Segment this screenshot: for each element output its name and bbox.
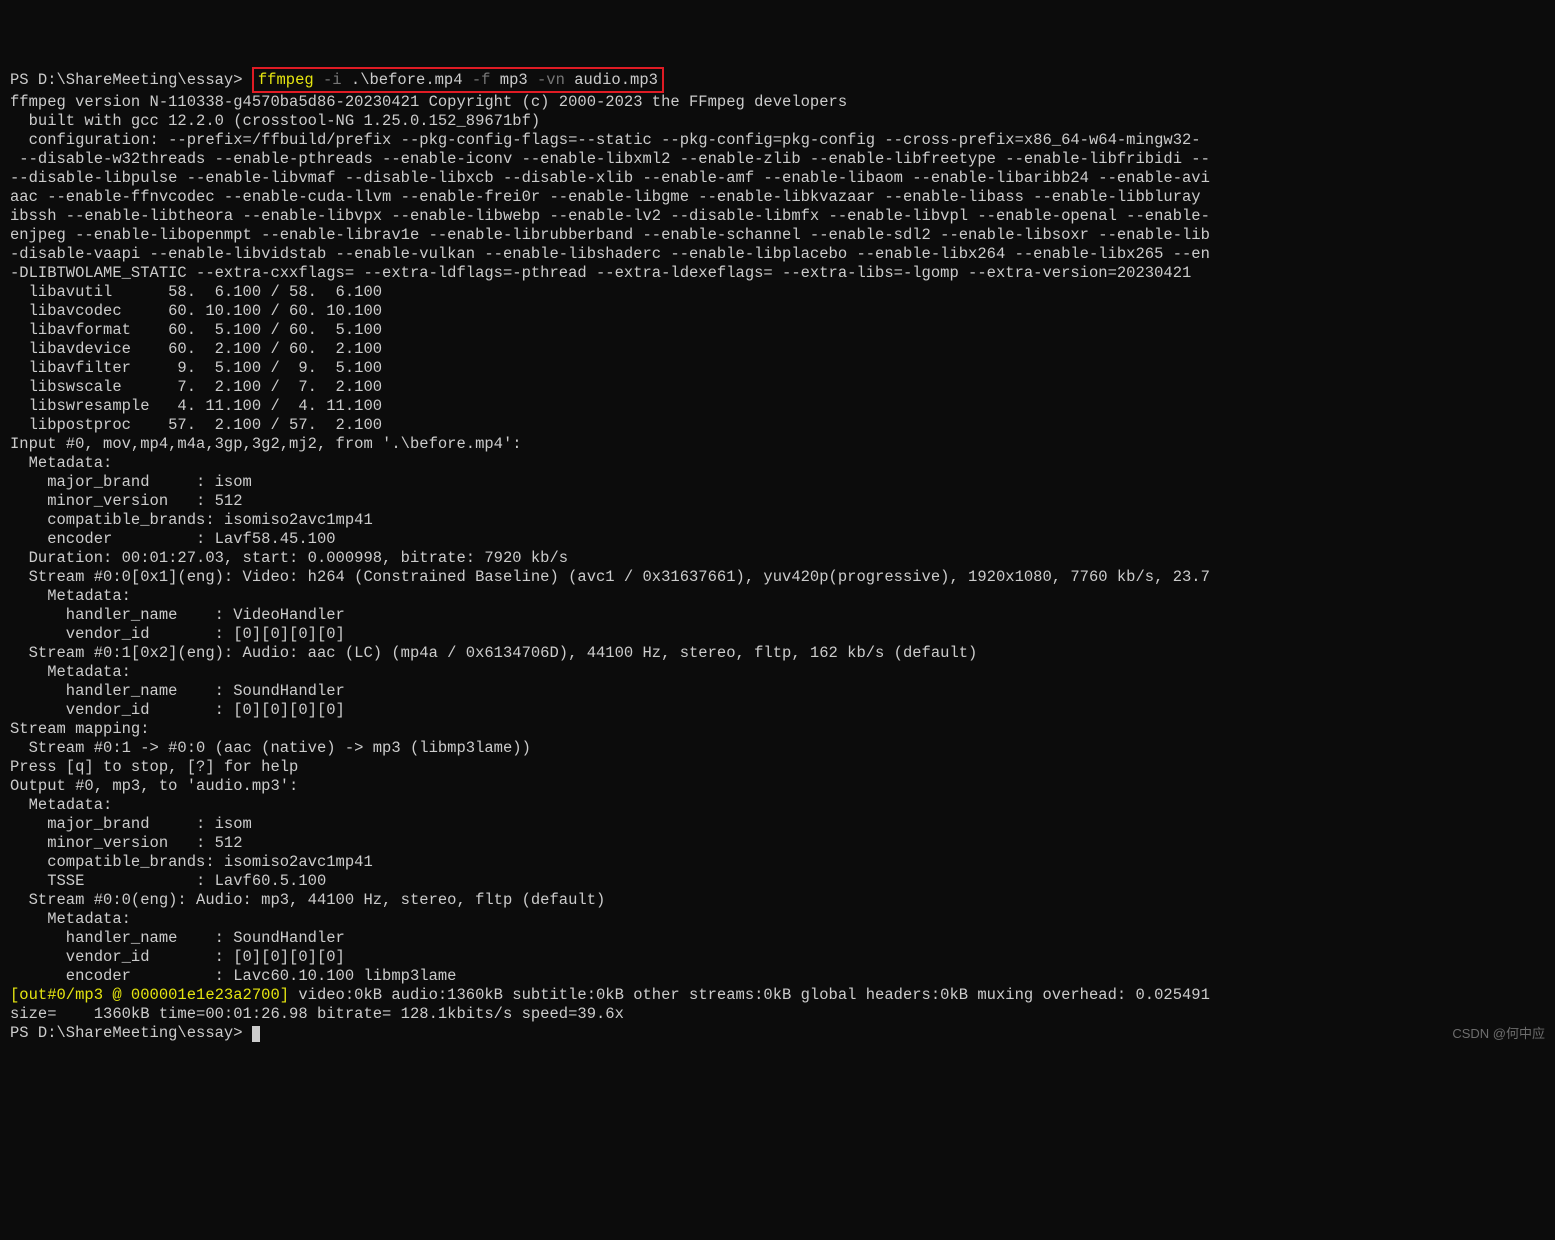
line: vendor_id : [0][0][0][0] xyxy=(10,701,345,719)
line: libswscale 7. 2.100 / 7. 2.100 xyxy=(10,378,382,396)
watermark: CSDN @何中应 xyxy=(1452,1024,1545,1043)
line: Stream #0:1 -> #0:0 (aac (native) -> mp3… xyxy=(10,739,531,757)
line: enjpeg --enable-libopenmpt --enable-libr… xyxy=(10,226,1210,244)
line: libavdevice 60. 2.100 / 60. 2.100 xyxy=(10,340,382,358)
line: Press [q] to stop, [?] for help xyxy=(10,758,298,776)
line: Metadata: xyxy=(10,796,112,814)
cmd-flag-i: -i xyxy=(323,71,342,89)
line: encoder : Lavc60.10.100 libmp3lame xyxy=(10,967,456,985)
line: minor_version : 512 xyxy=(10,834,243,852)
cmd-flag-vn: -vn xyxy=(537,71,565,89)
line: libavutil 58. 6.100 / 58. 6.100 xyxy=(10,283,382,301)
out-tag: [out#0/mp3 @ 000001e1e23a2700] xyxy=(10,986,289,1004)
line: libswresample 4. 11.100 / 4. 11.100 xyxy=(10,397,382,415)
line: Stream mapping: xyxy=(10,720,150,738)
line: -disable-vaapi --enable-libvidstab --ena… xyxy=(10,245,1210,263)
line: aac --enable-ffnvcodec --enable-cuda-llv… xyxy=(10,188,1201,206)
cmd-ffmpeg: ffmpeg xyxy=(258,71,314,89)
line: Stream #0:0(eng): Audio: mp3, 44100 Hz, … xyxy=(10,891,605,909)
line: libpostproc 57. 2.100 / 57. 2.100 xyxy=(10,416,382,434)
line: video:0kB audio:1360kB subtitle:0kB othe… xyxy=(289,986,1210,1004)
line: encoder : Lavf58.45.100 xyxy=(10,530,336,548)
terminal-output[interactable]: PS D:\ShareMeeting\essay> ffmpeg -i .\be… xyxy=(10,67,1545,1043)
line: built with gcc 12.2.0 (crosstool-NG 1.25… xyxy=(10,112,540,130)
line: handler_name : VideoHandler xyxy=(10,606,345,624)
line: Metadata: xyxy=(10,454,112,472)
line: size= 1360kB time=00:01:26.98 bitrate= 1… xyxy=(10,1005,624,1023)
line: ibssh --enable-libtheora --enable-libvpx… xyxy=(10,207,1210,225)
line: Metadata: xyxy=(10,663,131,681)
line: major_brand : isom xyxy=(10,815,252,833)
line: Metadata: xyxy=(10,910,131,928)
line: major_brand : isom xyxy=(10,473,252,491)
line: libavcodec 60. 10.100 / 60. 10.100 xyxy=(10,302,382,320)
cursor-icon[interactable] xyxy=(252,1026,260,1042)
line: libavfilter 9. 5.100 / 9. 5.100 xyxy=(10,359,382,377)
ps-prompt: PS D:\ShareMeeting\essay> xyxy=(10,71,243,89)
line: Input #0, mov,mp4,m4a,3gp,3g2,mj2, from … xyxy=(10,435,522,453)
line: minor_version : 512 xyxy=(10,492,243,510)
line: ffmpeg version N-110338-g4570ba5d86-2023… xyxy=(10,93,847,111)
line: compatible_brands: isomiso2avc1mp41 xyxy=(10,511,373,529)
line: TSSE : Lavf60.5.100 xyxy=(10,872,326,890)
cmd-arg-mp3: mp3 xyxy=(500,71,528,89)
line: Duration: 00:01:27.03, start: 0.000998, … xyxy=(10,549,568,567)
cmd-arg-input: .\before.mp4 xyxy=(351,71,463,89)
cmd-arg-output: audio.mp3 xyxy=(574,71,658,89)
ps-prompt: PS D:\ShareMeeting\essay> xyxy=(10,1024,243,1042)
line: Stream #0:1[0x2](eng): Audio: aac (LC) (… xyxy=(10,644,977,662)
line: configuration: --prefix=/ffbuild/prefix … xyxy=(10,131,1201,149)
cmd-flag-f: -f xyxy=(472,71,491,89)
line: compatible_brands: isomiso2avc1mp41 xyxy=(10,853,373,871)
line: vendor_id : [0][0][0][0] xyxy=(10,948,345,966)
line: --disable-w32threads --enable-pthreads -… xyxy=(10,150,1210,168)
line: vendor_id : [0][0][0][0] xyxy=(10,625,345,643)
line: Metadata: xyxy=(10,587,131,605)
line: Stream #0:0[0x1](eng): Video: h264 (Cons… xyxy=(10,568,1210,586)
line: -DLIBTWOLAME_STATIC --extra-cxxflags= --… xyxy=(10,264,1191,282)
line: handler_name : SoundHandler xyxy=(10,929,345,947)
line: Output #0, mp3, to 'audio.mp3': xyxy=(10,777,298,795)
line: libavformat 60. 5.100 / 60. 5.100 xyxy=(10,321,382,339)
command-highlight-box: ffmpeg -i .\before.mp4 -f mp3 -vn audio.… xyxy=(252,67,664,93)
line: --disable-libpulse --enable-libvmaf --di… xyxy=(10,169,1210,187)
line: handler_name : SoundHandler xyxy=(10,682,345,700)
